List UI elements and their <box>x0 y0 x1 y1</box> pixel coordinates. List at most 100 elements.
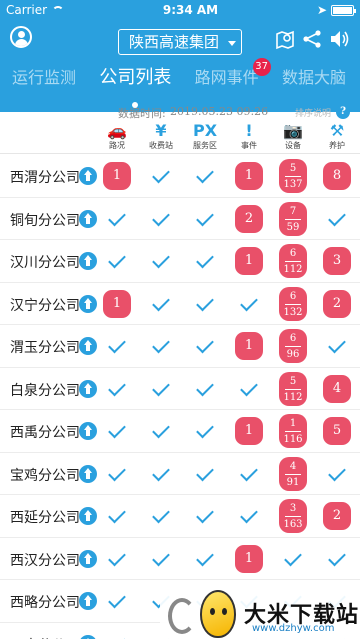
table-row[interactable]: 西禹分公司 1 1 116 5 <box>0 410 360 453</box>
status-cell[interactable] <box>94 325 140 367</box>
status-cell[interactable] <box>182 155 228 197</box>
speaker-icon[interactable] <box>328 28 350 50</box>
status-cell[interactable] <box>94 198 140 240</box>
column-equipment[interactable]: 📷 设备 <box>270 121 316 151</box>
status-cell[interactable]: 3 <box>314 240 360 282</box>
status-cell[interactable]: 5 137 <box>270 155 316 197</box>
table-row[interactable]: 西汉分公司 1 <box>0 538 360 580</box>
status-cell[interactable] <box>182 325 228 367</box>
status-cell[interactable] <box>182 538 228 580</box>
chevron-down-icon <box>228 41 236 46</box>
status-cell[interactable] <box>182 283 228 325</box>
status-cell[interactable] <box>138 325 184 367</box>
status-cell[interactable]: 2 <box>226 198 272 240</box>
status-cell[interactable]: 2 <box>314 283 360 325</box>
status-cell[interactable] <box>138 495 184 537</box>
status-cell[interactable] <box>94 453 140 495</box>
table-row[interactable]: 铜旬分公司 2 7 59 <box>0 198 360 240</box>
column-maintenance[interactable]: ⚒ 养护 <box>314 121 360 151</box>
status-cell[interactable] <box>182 410 228 452</box>
status-cell[interactable] <box>138 283 184 325</box>
map-pin-icon[interactable] <box>274 28 296 50</box>
status-cell[interactable]: 2 <box>314 495 360 537</box>
status-cell[interactable]: 1 <box>94 283 140 325</box>
status-cell[interactable] <box>94 495 140 537</box>
status-cell[interactable]: 1 <box>226 538 272 580</box>
status-cell[interactable] <box>138 198 184 240</box>
status-cell[interactable] <box>314 325 360 367</box>
status-cell[interactable] <box>226 495 272 537</box>
status-cell[interactable] <box>138 410 184 452</box>
status-cell[interactable] <box>138 240 184 282</box>
status-cell[interactable]: 7 59 <box>270 198 316 240</box>
status-cell[interactable]: 6 96 <box>270 325 316 367</box>
status-cell[interactable]: 5 112 <box>270 368 316 410</box>
column-road-condition[interactable]: 🚗 路况 <box>94 121 140 151</box>
status-cell[interactable] <box>94 240 140 282</box>
status-cell[interactable] <box>314 198 360 240</box>
table-row[interactable]: 宝鸡分公司 4 91 <box>0 453 360 495</box>
status-cell[interactable] <box>94 410 140 452</box>
status-cell[interactable]: 1 <box>226 155 272 197</box>
status-cell[interactable] <box>94 580 140 622</box>
column-event[interactable]: ! 事件 <box>226 121 272 151</box>
status-cell[interactable] <box>94 538 140 580</box>
table-row[interactable]: 西渭分公司 1 1 5 137 8 <box>0 155 360 198</box>
check-icon <box>152 250 170 269</box>
check-icon <box>240 293 258 311</box>
status-cell[interactable] <box>314 453 360 495</box>
fraction-badge: 3 163 <box>279 499 307 533</box>
status-cell[interactable] <box>138 155 184 197</box>
share-icon[interactable] <box>301 28 323 50</box>
company-name: 西户分公司 <box>10 635 80 639</box>
status-cell[interactable] <box>94 368 140 410</box>
table-row[interactable]: 西延分公司 3 163 2 <box>0 495 360 538</box>
status-cell[interactable]: 4 91 <box>270 453 316 495</box>
status-cell[interactable] <box>182 495 228 537</box>
status-cell[interactable]: 4 <box>314 368 360 410</box>
column-service-area[interactable]: PX 服务区 <box>182 121 228 151</box>
status-cell[interactable] <box>94 623 140 639</box>
status-cell[interactable]: 8 <box>314 155 360 197</box>
tab-data-brain[interactable]: 数据大脑 <box>282 60 346 100</box>
sort-help[interactable]: 排序说明 ? <box>295 105 350 119</box>
status-cell[interactable]: 1 <box>94 155 140 197</box>
fraction-badge: 5 137 <box>279 159 307 193</box>
status-cell[interactable]: 5 <box>314 410 360 452</box>
status-cell[interactable] <box>226 283 272 325</box>
status-cell[interactable]: 1 <box>226 410 272 452</box>
status-cell[interactable]: 1 <box>226 240 272 282</box>
status-cell[interactable]: 1 <box>226 325 272 367</box>
status-cell[interactable]: 6 112 <box>270 240 316 282</box>
fraction-denominator: 132 <box>283 306 303 318</box>
status-cell[interactable] <box>270 538 316 580</box>
table-row[interactable]: 白泉分公司 5 112 4 <box>0 368 360 410</box>
status-cell[interactable] <box>226 453 272 495</box>
status-cell[interactable] <box>182 453 228 495</box>
status-cell[interactable] <box>138 368 184 410</box>
status-cell[interactable]: 6 132 <box>270 283 316 325</box>
table-row[interactable]: 渭玉分公司 1 6 96 <box>0 325 360 368</box>
status-cell[interactable] <box>182 368 228 410</box>
company-selector[interactable]: 陕西高速集团 <box>118 29 242 55</box>
check-icon <box>284 548 302 566</box>
table-row[interactable]: 汉川分公司 1 6 112 3 <box>0 240 360 283</box>
user-icon[interactable] <box>10 26 32 48</box>
status-cell[interactable]: 1 116 <box>270 410 316 452</box>
watermark: 大米下载站 www.dzhyw.com <box>160 589 360 639</box>
status-cell[interactable] <box>314 538 360 580</box>
status-cell[interactable] <box>138 538 184 580</box>
tab-operation-monitor[interactable]: 运行监测 <box>12 60 76 100</box>
status-cell[interactable] <box>138 453 184 495</box>
fraction-numerator: 4 <box>285 459 301 475</box>
header: 陕西高速集团 运行监测 公司列表 路网事件 37 数据大脑 <box>0 20 360 112</box>
tab-road-events[interactable]: 路网事件 37 <box>195 58 271 100</box>
table-row[interactable]: 汉宁分公司 1 6 132 2 <box>0 283 360 325</box>
count-badge: 2 <box>323 502 351 530</box>
status-cell[interactable]: 3 163 <box>270 495 316 537</box>
status-cell[interactable] <box>182 198 228 240</box>
column-toll-station[interactable]: ¥ 收费站 <box>138 121 184 151</box>
status-cell[interactable] <box>182 240 228 282</box>
status-cell[interactable] <box>226 368 272 410</box>
tab-company-list[interactable]: 公司列表 <box>99 60 171 108</box>
